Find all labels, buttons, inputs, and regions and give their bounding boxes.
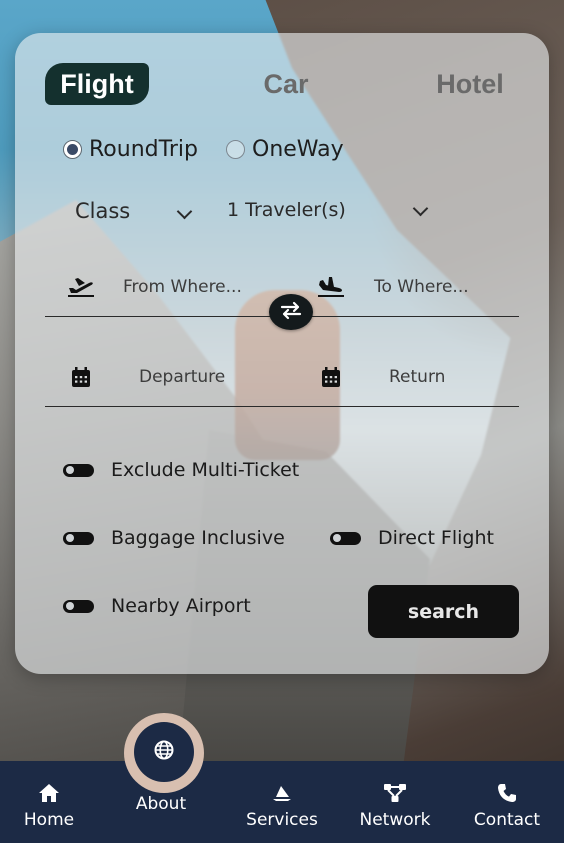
chevron-down-icon[interactable]: [412, 200, 429, 217]
home-icon: [38, 781, 60, 805]
about-bubble-button[interactable]: [134, 722, 194, 782]
direct-flight-toggle[interactable]: Direct Flight: [330, 527, 494, 549]
toggle-switch[interactable]: [63, 463, 94, 477]
bottom-nav: Home About Services Network Contact: [0, 761, 564, 843]
return-placeholder: Return: [389, 367, 446, 387]
class-select-value: Class: [75, 199, 131, 223]
nearby-airport-label: Nearby Airport: [111, 595, 251, 617]
nav-label-about: About: [135, 794, 187, 814]
chevron-down-icon[interactable]: [176, 203, 193, 220]
nav-label-services: Services: [246, 810, 318, 830]
travelers-select-value: 1 Traveler(s): [227, 199, 346, 221]
baggage-inclusive-label: Baggage Inclusive: [111, 527, 285, 549]
tab-hotel[interactable]: Hotel: [429, 63, 511, 105]
direct-flight-label: Direct Flight: [378, 527, 494, 549]
nav-label-network: Network: [359, 810, 431, 830]
nav-item-contact[interactable]: Contact: [470, 761, 544, 843]
dates-row: Departure Return: [45, 347, 519, 407]
plane-arrival-icon: [317, 273, 345, 301]
calendar-icon: [317, 363, 345, 391]
class-select[interactable]: Class: [75, 199, 130, 223]
one-way-radio[interactable]: OneWay: [226, 137, 344, 162]
globe-icon: [154, 740, 174, 764]
departure-field[interactable]: Departure: [67, 347, 225, 407]
radio-unchecked-icon: [226, 140, 245, 159]
plane-departure-icon: [67, 273, 95, 301]
travelers-select[interactable]: 1 Traveler(s): [227, 199, 346, 221]
exclude-multi-ticket-toggle[interactable]: Exclude Multi-Ticket: [63, 459, 299, 481]
nearby-airport-toggle[interactable]: Nearby Airport: [63, 595, 251, 617]
nav-label-contact: Contact: [473, 810, 541, 830]
exclude-multi-ticket-label: Exclude Multi-Ticket: [111, 459, 300, 481]
sail-icon: [272, 781, 292, 805]
baggage-inclusive-toggle[interactable]: Baggage Inclusive: [63, 527, 285, 549]
network-icon: [383, 781, 407, 805]
trip-type-group: RoundTrip OneWay: [15, 137, 549, 167]
swap-button[interactable]: [269, 294, 313, 330]
to-placeholder: To Where...: [374, 277, 469, 297]
toggle-switch[interactable]: [63, 531, 94, 545]
tab-flight[interactable]: Flight: [45, 63, 149, 105]
nav-label-home: Home: [23, 810, 75, 830]
round-trip-radio[interactable]: RoundTrip: [63, 137, 198, 162]
nav-item-network[interactable]: Network: [356, 761, 434, 843]
tab-car[interactable]: Car: [253, 63, 319, 105]
departure-placeholder: Departure: [139, 367, 226, 387]
booking-card: Flight Car Hotel RoundTrip OneWay Class …: [15, 33, 549, 674]
phone-icon: [497, 781, 517, 805]
radio-checked-icon: [63, 140, 82, 159]
toggle-switch[interactable]: [63, 599, 94, 613]
swap-arrows-icon: [279, 300, 303, 324]
booking-tabs: Flight Car Hotel: [15, 63, 549, 107]
calendar-icon: [67, 363, 95, 391]
toggle-switch[interactable]: [330, 531, 361, 545]
nav-item-home[interactable]: Home: [18, 761, 80, 843]
to-field[interactable]: To Where...: [317, 257, 469, 317]
from-field[interactable]: From Where...: [67, 257, 242, 317]
from-placeholder: From Where...: [123, 277, 242, 297]
select-row: Class 1 Traveler(s): [15, 199, 549, 231]
return-field[interactable]: Return: [317, 347, 445, 407]
one-way-label: OneWay: [252, 137, 344, 162]
search-button[interactable]: search: [368, 585, 519, 638]
nav-item-services[interactable]: Services: [244, 761, 320, 843]
round-trip-label: RoundTrip: [89, 137, 198, 162]
